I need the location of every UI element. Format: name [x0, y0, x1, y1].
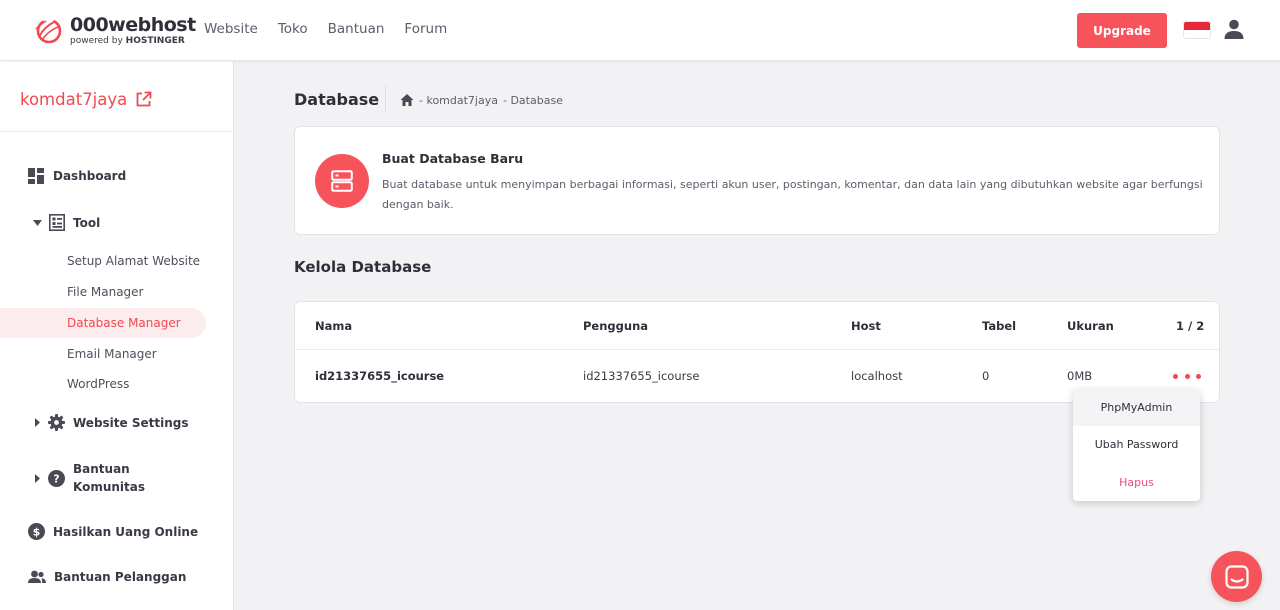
sidebar-item-label: Dashboard	[53, 169, 127, 183]
menu-item-ubah-password[interactable]: Ubah Password	[1073, 426, 1200, 463]
dashboard-icon	[28, 168, 44, 184]
svg-text:$: $	[33, 526, 41, 539]
brand-name: 000webhost	[70, 14, 196, 36]
nav-toko[interactable]: Toko	[278, 21, 308, 37]
sidebar-subitem-setup-alamat-website[interactable]: Setup Alamat Website	[67, 254, 200, 268]
create-database-title: Buat Database Baru	[382, 151, 524, 166]
site-name: komdat7jaya	[20, 90, 128, 109]
cell-pengguna: id21337655_icourse	[583, 369, 700, 383]
column-header-tabel: Tabel	[982, 319, 1017, 333]
sidebar-item-label: Website Settings	[73, 415, 189, 430]
database-icon	[315, 154, 369, 208]
sidebar-item-bantuan-pelanggan[interactable]: Bantuan Pelanggan	[28, 570, 186, 584]
user-icon[interactable]	[1223, 18, 1245, 40]
caret-down-icon	[33, 219, 42, 226]
top-bar: 000webhost powered by HOSTINGER Website …	[0, 0, 1280, 61]
cell-ukuran: 0MB	[1067, 369, 1093, 383]
breadcrumb-current: - Database	[502, 93, 563, 107]
row-actions-menu-icon[interactable]	[1173, 368, 1201, 384]
sidebar-item-tool[interactable]: Tool	[33, 214, 100, 231]
chat-icon	[1224, 564, 1249, 589]
cell-host: localhost	[851, 369, 903, 383]
upgrade-button[interactable]: Upgrade	[1077, 13, 1167, 48]
sidebar-item-label: Hasilkan Uang Online	[53, 524, 199, 539]
chat-button[interactable]	[1211, 551, 1262, 602]
menu-item-hapus[interactable]: Hapus	[1073, 464, 1200, 501]
column-header-pengguna: Pengguna	[583, 319, 649, 333]
sidebar-item-label: Bantuan	[73, 462, 130, 476]
menu-item-phpmyadmin[interactable]: PhpMyAdmin	[1073, 389, 1200, 426]
caret-right-icon	[35, 418, 40, 427]
brand-logo[interactable]: 000webhost powered by HOSTINGER	[32, 15, 196, 47]
main-nav: Website Toko Bantuan Forum	[204, 21, 447, 37]
create-database-card[interactable]: Buat Database Baru Buat database untuk m…	[294, 126, 1220, 235]
cell-tabel: 0	[982, 369, 990, 383]
nav-forum[interactable]: Forum	[404, 21, 447, 37]
sidebar-item-label: Komunitas	[73, 480, 146, 494]
create-database-description: Buat database untuk menyimpan berbagai i…	[382, 178, 1203, 211]
row-actions-dropdown: PhpMyAdmin Ubah Password Hapus	[1073, 389, 1200, 501]
help-circle-icon: ?	[48, 469, 65, 487]
sidebar-item-dashboard[interactable]: Dashboard	[28, 168, 126, 184]
tool-icon	[49, 214, 65, 231]
home-icon[interactable]	[400, 93, 414, 107]
sidebar-item-label: Bantuan Pelanggan	[54, 570, 187, 584]
sidebar-subitem-email-manager[interactable]: Email Manager	[67, 347, 157, 361]
column-header-host: Host	[851, 319, 881, 333]
brand-tagline: powered by HOSTINGER	[70, 36, 185, 46]
gear-icon	[48, 414, 65, 431]
sidebar-item-label-group: Bantuan Komunitas	[73, 460, 145, 496]
svg-text:?: ?	[53, 472, 59, 485]
nav-website[interactable]: Website	[204, 21, 258, 37]
caret-right-icon	[35, 473, 40, 483]
logo-mark-icon	[35, 18, 62, 44]
external-link-icon	[136, 91, 152, 107]
sidebar-subitem-file-manager[interactable]: File Manager	[67, 285, 144, 299]
pagination-indicator: 1 / 2	[1176, 319, 1205, 333]
column-header-nama: Nama	[315, 319, 353, 333]
sidebar-subitem-wordpress[interactable]: WordPress	[67, 377, 129, 391]
sidebar-item-label: Tool	[73, 215, 101, 230]
cell-nama: id21337655_icourse	[315, 369, 445, 383]
breadcrumb-site[interactable]: - komdat7jaya	[419, 94, 498, 107]
column-header-ukuran: Ukuran	[1067, 319, 1114, 333]
database-table: Nama Pengguna Host Tabel Ukuran 1 / 2 id…	[294, 301, 1220, 403]
sidebar-item-website-settings[interactable]: Website Settings	[35, 414, 189, 431]
breadcrumb: - komdat7jaya - Database	[400, 93, 563, 107]
sidebar: komdat7jaya Dashboard Tool Setup Alamat …	[0, 61, 234, 610]
manage-database-title: Kelola Database	[294, 258, 432, 276]
sidebar-item-bantuan-komunitas[interactable]: ? Bantuan Komunitas	[35, 460, 145, 496]
title-breadcrumb-divider	[385, 86, 386, 112]
indonesia-flag-icon[interactable]	[1184, 22, 1210, 38]
users-icon	[28, 570, 46, 583]
header-divider	[295, 349, 1219, 350]
sidebar-subitem-database-manager[interactable]: Database Manager	[67, 316, 181, 330]
nav-bantuan[interactable]: Bantuan	[328, 21, 385, 37]
page-title: Database	[294, 90, 380, 109]
site-name-link[interactable]: komdat7jaya	[20, 90, 152, 109]
sidebar-divider	[0, 131, 233, 132]
sidebar-item-hasilkan-uang-online[interactable]: $ Hasilkan Uang Online	[28, 523, 198, 540]
dollar-circle-icon: $	[28, 523, 45, 540]
